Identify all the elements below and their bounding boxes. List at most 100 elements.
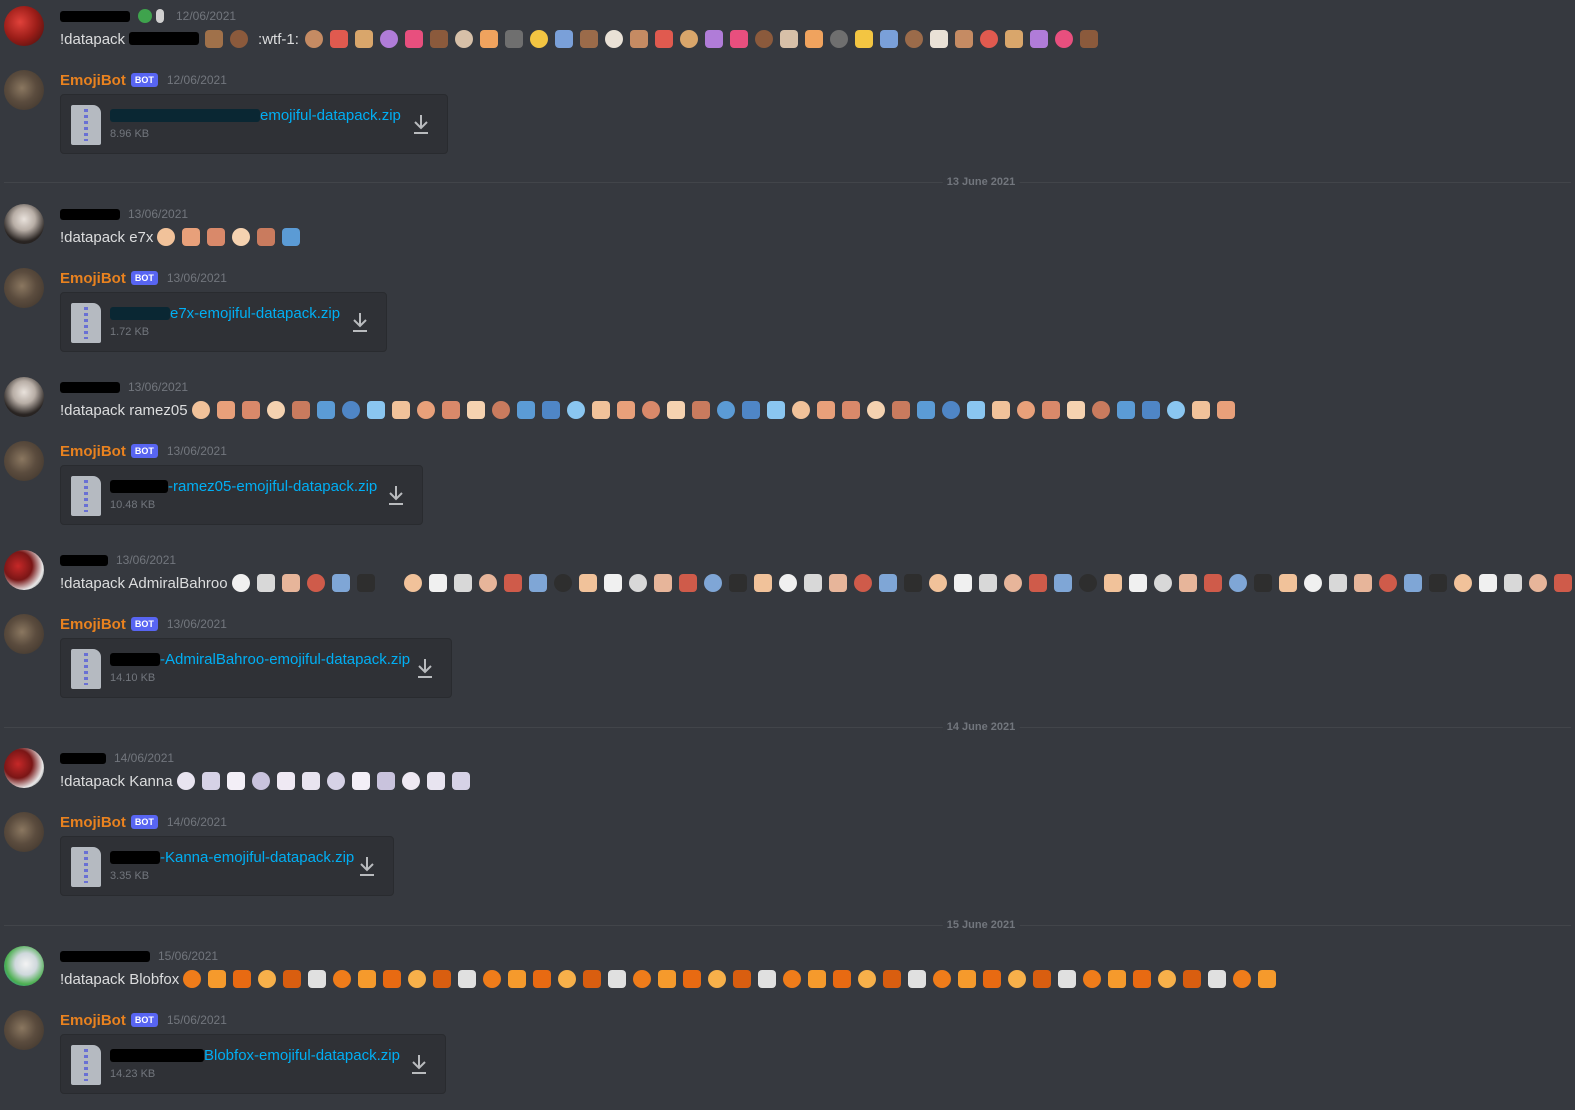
custom-emoji-icon [978,574,997,592]
custom-emoji-icon [766,401,785,419]
date-divider-label: 15 June 2021 [942,919,1020,931]
custom-emoji-icon [403,574,422,592]
message-header: 13/06/2021 [60,377,188,397]
download-icon[interactable] [415,657,435,679]
custom-emoji-icon [266,401,285,419]
bot-name[interactable]: EmojiBot [60,814,126,831]
custom-emoji-icon [633,970,652,988]
custom-emoji-icon [728,574,747,592]
bot-avatar[interactable] [4,70,44,110]
custom-emoji-icon [553,574,572,592]
bot-tag: BOT [130,617,158,631]
custom-emoji-icon [478,574,497,592]
custom-emoji-icon [654,30,673,48]
custom-emoji-icon [176,772,195,790]
custom-emoji-icon [958,970,977,988]
custom-emoji-icon [1128,574,1147,592]
file-name: -Kanna-emojiful-datapack.zip [160,849,355,866]
redacted-text [110,108,260,122]
custom-emoji-icon [753,574,772,592]
message-header: EmojiBot BOT 13/06/2021 [60,268,227,288]
message-bot-6: EmojiBot BOT 15/06/2021 Blobfox-emojiful… [0,1010,1575,1096]
custom-emoji-icon [408,970,427,988]
file-link[interactable]: -Kanna-emojiful-datapack.zip [110,849,354,866]
download-icon[interactable] [357,855,377,877]
bot-name[interactable]: EmojiBot [60,616,126,633]
custom-emoji-icon [1528,574,1547,592]
custom-emoji-icon [1041,401,1060,419]
message-timestamp: 13/06/2021 [166,271,227,285]
message-header: EmojiBot BOT 13/06/2021 [60,614,227,634]
custom-emoji-icon [1058,970,1077,988]
custom-emoji-icon [276,772,295,790]
bot-avatar[interactable] [4,614,44,654]
custom-emoji-icon [829,30,848,48]
bot-avatar[interactable] [4,441,44,481]
custom-emoji-icon [708,970,727,988]
custom-emoji-icon [1183,970,1202,988]
custom-emoji-icon [791,401,810,419]
custom-emoji-icon [704,30,723,48]
custom-emoji-icon [1008,970,1027,988]
message-bot-4: EmojiBot BOT 13/06/2021 -AdmiralBahroo-e… [0,614,1575,700]
custom-emoji-icon [351,772,370,790]
custom-emoji-icon [1208,970,1227,988]
custom-emoji-icon [207,228,226,246]
custom-emoji-icon [451,772,470,790]
file-size: 1.72 KB [110,326,150,338]
custom-emoji-icon [929,30,948,48]
file-link[interactable]: -AdmiralBahroo-emojiful-datapack.zip [110,651,410,668]
custom-emoji-icon [1004,30,1023,48]
custom-emoji-icon [429,30,448,48]
user-avatar[interactable] [4,377,44,417]
command-text: !datapack AdmiralBahroo [60,574,228,592]
user-avatar[interactable] [4,946,44,986]
bot-avatar[interactable] [4,812,44,852]
file-link[interactable]: Blobfox-emojiful-datapack.zip [110,1047,400,1064]
custom-emoji-icon [566,401,585,419]
user-avatar[interactable] [4,204,44,244]
custom-emoji-icon [591,401,610,419]
user-avatar[interactable] [4,748,44,788]
custom-emoji-icon [628,574,647,592]
custom-emoji-icon [579,30,598,48]
file-name: Blobfox-emojiful-datapack.zip [204,1047,400,1064]
message-user-1: 12/06/2021 !datapack :wtf-1: [0,6,1575,50]
bot-name[interactable]: EmojiBot [60,1012,126,1029]
redacted-text [129,31,200,45]
download-icon[interactable] [411,113,431,135]
file-size: 10.48 KB [110,499,156,511]
bot-name[interactable]: EmojiBot [60,443,126,460]
role-badge-icon [138,9,152,23]
file-link[interactable]: e7x-emojiful-datapack.zip [110,305,340,322]
download-icon[interactable] [409,1053,429,1075]
bot-avatar[interactable] [4,1010,44,1050]
file-attachment: -AdmiralBahroo-emojiful-datapack.zip 14.… [60,638,452,698]
bot-name[interactable]: EmojiBot [60,270,126,287]
zip-file-icon [71,476,101,516]
command-text: !datapack e7x [60,228,154,246]
custom-emoji-icon [833,970,852,988]
custom-emoji-icon [1033,970,1052,988]
custom-emoji-icon [1203,574,1222,592]
zip-file-icon [71,1045,101,1085]
custom-emoji-icon [1103,574,1122,592]
custom-emoji-icon [283,970,302,988]
bot-avatar[interactable] [4,268,44,308]
download-icon[interactable] [386,484,406,506]
download-icon[interactable] [350,311,370,333]
user-avatar[interactable] [4,6,44,46]
bot-name[interactable]: EmojiBot [60,72,126,89]
custom-emoji-icon [333,970,352,988]
user-avatar[interactable] [4,550,44,590]
custom-emoji-icon [683,970,702,988]
message-content: !datapack e7x [60,226,307,248]
custom-emoji-icon [326,772,345,790]
file-link[interactable]: emojiful-datapack.zip [110,107,401,124]
custom-emoji-icon [201,772,220,790]
file-link[interactable]: -ramez05-emojiful-datapack.zip [110,478,377,495]
file-size: 8.96 KB [110,128,150,140]
custom-emoji-icon [966,401,985,419]
file-name: emojiful-datapack.zip [260,107,401,124]
custom-emoji-icon [257,228,276,246]
